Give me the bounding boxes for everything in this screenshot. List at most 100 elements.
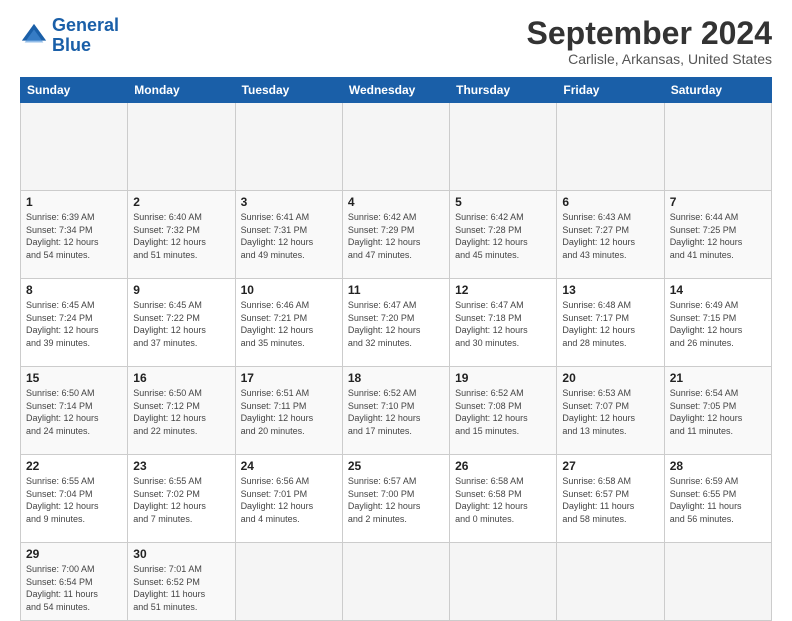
day-info: Sunrise: 6:57 AM Sunset: 7:00 PM Dayligh…: [348, 475, 444, 525]
day-number: 15: [26, 371, 122, 385]
day-number: 10: [241, 283, 337, 297]
day-number: 11: [348, 283, 444, 297]
table-row: 25 Sunrise: 6:57 AM Sunset: 7:00 PM Dayli…: [342, 455, 449, 543]
day-number: 3: [241, 195, 337, 209]
logo-icon: [20, 22, 48, 50]
table-row: 17 Sunrise: 6:51 AM Sunset: 7:11 PM Dayli…: [235, 367, 342, 455]
logo-text: General Blue: [52, 16, 119, 56]
table-row: [664, 543, 771, 621]
calendar-subtitle: Carlisle, Arkansas, United States: [527, 51, 772, 67]
table-row: 28Sunrise: 6:59 AM Sunset: 6:55 PM Dayli…: [664, 455, 771, 543]
day-info: Sunrise: 6:55 AM Sunset: 7:04 PM Dayligh…: [26, 475, 122, 525]
day-info: Sunrise: 6:50 AM Sunset: 7:14 PM Dayligh…: [26, 387, 122, 437]
table-row: [664, 103, 771, 191]
col-monday: Monday: [128, 78, 235, 103]
header-row: Sunday Monday Tuesday Wednesday Thursday…: [21, 78, 772, 103]
day-info: Sunrise: 6:52 AM Sunset: 7:10 PM Dayligh…: [348, 387, 444, 437]
calendar-table: Sunday Monday Tuesday Wednesday Thursday…: [20, 77, 772, 621]
table-row: [557, 543, 664, 621]
table-row: 4Sunrise: 6:42 AM Sunset: 7:29 PM Daylig…: [342, 191, 449, 279]
col-friday: Friday: [557, 78, 664, 103]
calendar-header: Sunday Monday Tuesday Wednesday Thursday…: [21, 78, 772, 103]
day-info: Sunrise: 6:47 AM Sunset: 7:18 PM Dayligh…: [455, 299, 551, 349]
table-row: 3 Sunrise: 6:41 AM Sunset: 7:31 PM Daylig…: [235, 191, 342, 279]
day-number: 29: [26, 547, 122, 561]
table-row: 1 Sunrise: 6:39 AM Sunset: 7:34 PM Daylig…: [21, 191, 128, 279]
day-info: Sunrise: 6:39 AM Sunset: 7:34 PM Dayligh…: [26, 211, 122, 261]
day-number: 21: [670, 371, 766, 385]
day-info: Sunrise: 6:40 AM Sunset: 7:32 PM Dayligh…: [133, 211, 229, 261]
day-number: 25: [348, 459, 444, 473]
day-number: 17: [241, 371, 337, 385]
day-info: Sunrise: 6:47 AM Sunset: 7:20 PM Dayligh…: [348, 299, 444, 349]
table-row: 9Sunrise: 6:45 AM Sunset: 7:22 PM Daylig…: [128, 279, 235, 367]
day-number: 24: [241, 459, 337, 473]
day-number: 7: [670, 195, 766, 209]
calendar-body: 1 Sunrise: 6:39 AM Sunset: 7:34 PM Daylig…: [21, 103, 772, 621]
day-number: 9: [133, 283, 229, 297]
table-row: [557, 103, 664, 191]
day-number: 18: [348, 371, 444, 385]
table-row: [235, 543, 342, 621]
table-row: 11 Sunrise: 6:47 AM Sunset: 7:20 PM Dayli…: [342, 279, 449, 367]
day-number: 2: [133, 195, 229, 209]
table-row: 29 Sunrise: 7:00 AM Sunset: 6:54 PM Dayli…: [21, 543, 128, 621]
table-row: 12Sunrise: 6:47 AM Sunset: 7:18 PM Dayli…: [450, 279, 557, 367]
calendar-week-3: 15 Sunrise: 6:50 AM Sunset: 7:14 PM Dayli…: [21, 367, 772, 455]
day-info: Sunrise: 6:55 AM Sunset: 7:02 PM Dayligh…: [133, 475, 229, 525]
table-row: [342, 103, 449, 191]
calendar-week-5: 29 Sunrise: 7:00 AM Sunset: 6:54 PM Dayli…: [21, 543, 772, 621]
day-number: 19: [455, 371, 551, 385]
day-info: Sunrise: 6:48 AM Sunset: 7:17 PM Dayligh…: [562, 299, 658, 349]
calendar-week-4: 22 Sunrise: 6:55 AM Sunset: 7:04 PM Dayli…: [21, 455, 772, 543]
table-row: [128, 103, 235, 191]
table-row: 30 Sunrise: 7:01 AM Sunset: 6:52 PM Dayli…: [128, 543, 235, 621]
day-number: 22: [26, 459, 122, 473]
day-info: Sunrise: 6:46 AM Sunset: 7:21 PM Dayligh…: [241, 299, 337, 349]
table-row: 19Sunrise: 6:52 AM Sunset: 7:08 PM Dayli…: [450, 367, 557, 455]
day-info: Sunrise: 6:42 AM Sunset: 7:28 PM Dayligh…: [455, 211, 551, 261]
day-info: Sunrise: 6:51 AM Sunset: 7:11 PM Dayligh…: [241, 387, 337, 437]
calendar-week-2: 8Sunrise: 6:45 AM Sunset: 7:24 PM Daylig…: [21, 279, 772, 367]
table-row: 15 Sunrise: 6:50 AM Sunset: 7:14 PM Dayli…: [21, 367, 128, 455]
day-info: Sunrise: 6:56 AM Sunset: 7:01 PM Dayligh…: [241, 475, 337, 525]
day-number: 20: [562, 371, 658, 385]
day-info: Sunrise: 6:44 AM Sunset: 7:25 PM Dayligh…: [670, 211, 766, 261]
day-number: 27: [562, 459, 658, 473]
table-row: [450, 103, 557, 191]
day-info: Sunrise: 6:53 AM Sunset: 7:07 PM Dayligh…: [562, 387, 658, 437]
table-row: [450, 543, 557, 621]
day-info: Sunrise: 6:50 AM Sunset: 7:12 PM Dayligh…: [133, 387, 229, 437]
table-row: 24 Sunrise: 6:56 AM Sunset: 7:01 PM Dayli…: [235, 455, 342, 543]
logo-blue: Blue: [52, 35, 91, 55]
day-number: 1: [26, 195, 122, 209]
day-info: Sunrise: 7:00 AM Sunset: 6:54 PM Dayligh…: [26, 563, 122, 613]
table-row: [342, 543, 449, 621]
table-row: 22 Sunrise: 6:55 AM Sunset: 7:04 PM Dayli…: [21, 455, 128, 543]
table-row: 18 Sunrise: 6:52 AM Sunset: 7:10 PM Dayli…: [342, 367, 449, 455]
table-row: 16Sunrise: 6:50 AM Sunset: 7:12 PM Dayli…: [128, 367, 235, 455]
table-row: 23 Sunrise: 6:55 AM Sunset: 7:02 PM Dayli…: [128, 455, 235, 543]
title-block: September 2024 Carlisle, Arkansas, Unite…: [527, 16, 772, 67]
day-info: Sunrise: 6:54 AM Sunset: 7:05 PM Dayligh…: [670, 387, 766, 437]
table-row: 27Sunrise: 6:58 AM Sunset: 6:57 PM Dayli…: [557, 455, 664, 543]
day-info: Sunrise: 7:01 AM Sunset: 6:52 PM Dayligh…: [133, 563, 229, 613]
col-sunday: Sunday: [21, 78, 128, 103]
col-tuesday: Tuesday: [235, 78, 342, 103]
day-number: 6: [562, 195, 658, 209]
day-number: 23: [133, 459, 229, 473]
table-row: 26Sunrise: 6:58 AM Sunset: 6:58 PM Dayli…: [450, 455, 557, 543]
calendar-week-1: 1 Sunrise: 6:39 AM Sunset: 7:34 PM Daylig…: [21, 191, 772, 279]
calendar-title: September 2024: [527, 16, 772, 51]
col-wednesday: Wednesday: [342, 78, 449, 103]
table-row: 10 Sunrise: 6:46 AM Sunset: 7:21 PM Dayli…: [235, 279, 342, 367]
page: General Blue September 2024 Carlisle, Ar…: [0, 0, 792, 612]
day-info: Sunrise: 6:41 AM Sunset: 7:31 PM Dayligh…: [241, 211, 337, 261]
day-number: 30: [133, 547, 229, 561]
day-number: 5: [455, 195, 551, 209]
day-info: Sunrise: 6:59 AM Sunset: 6:55 PM Dayligh…: [670, 475, 766, 525]
table-row: 21 Sunrise: 6:54 AM Sunset: 7:05 PM Dayli…: [664, 367, 771, 455]
calendar-week-0: [21, 103, 772, 191]
day-info: Sunrise: 6:45 AM Sunset: 7:24 PM Dayligh…: [26, 299, 122, 349]
logo: General Blue: [20, 16, 119, 56]
